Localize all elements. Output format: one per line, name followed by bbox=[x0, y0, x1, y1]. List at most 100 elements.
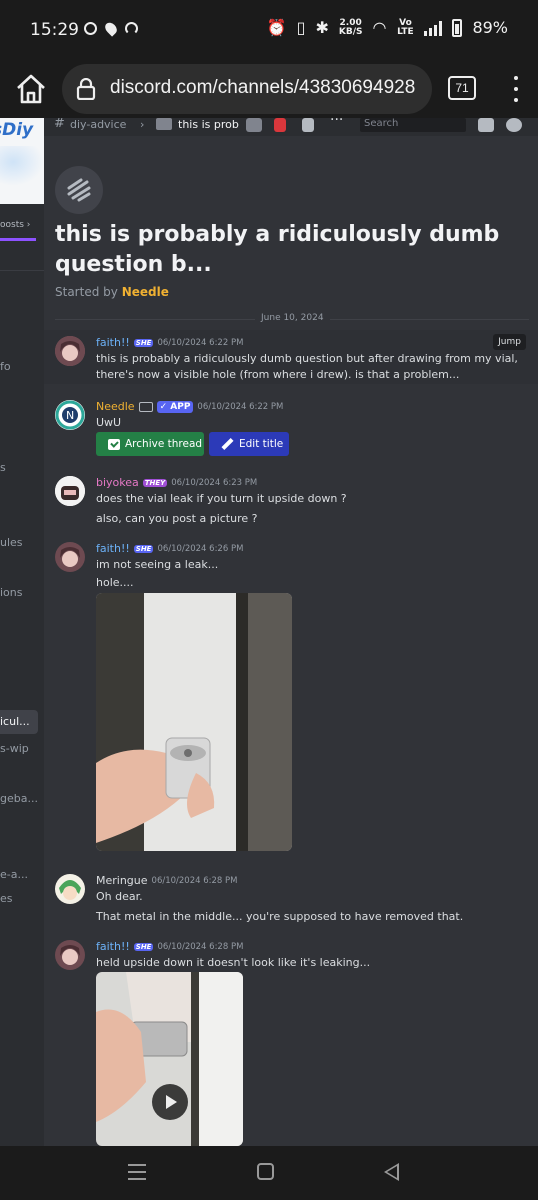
date-divider-label: June 10, 2024 bbox=[255, 313, 330, 323]
avatar[interactable] bbox=[55, 940, 85, 970]
image-attachment[interactable] bbox=[96, 593, 292, 851]
avatar[interactable] bbox=[55, 336, 85, 366]
status-bar: 15:29 ⏰ ▯ ✱ 2.00 KB/S ◠ Vo LTE 89% bbox=[0, 0, 538, 62]
message: faith!! SHE 06/10/2024 6:28 PM held upsi… bbox=[44, 936, 538, 1146]
more-options-icon[interactable]: ··· bbox=[330, 118, 343, 128]
message-time: 06/10/2024 6:23 PM bbox=[171, 477, 258, 488]
message-line: there's now a visible hole (from where i… bbox=[96, 368, 460, 381]
started-by: Started by Needle bbox=[55, 285, 169, 299]
pin-icon[interactable] bbox=[302, 118, 314, 132]
started-by-name[interactable]: Needle bbox=[122, 285, 169, 299]
tabs-icon[interactable]: 71 bbox=[448, 76, 476, 100]
server-banner[interactable]: sDiy bbox=[0, 118, 44, 204]
avatar[interactable] bbox=[55, 874, 85, 904]
sidebar-item-8[interactable]: es bbox=[0, 892, 13, 905]
sidebar-item-2[interactable]: ules bbox=[0, 536, 23, 549]
battery-icon bbox=[452, 18, 463, 37]
message: N Needle ✓ APP 06/10/2024 6:22 PM UwU Ar… bbox=[44, 396, 538, 460]
message-author[interactable]: faith!! bbox=[96, 940, 130, 953]
threads-icon[interactable] bbox=[246, 118, 262, 132]
system-icons: ⏰ ▯ ✱ 2.00 KB/S ◠ Vo LTE 89% bbox=[267, 18, 508, 37]
message-line: this is probably a ridiculously dumb que… bbox=[96, 352, 518, 365]
breadcrumb-separator: › bbox=[140, 118, 145, 131]
video-attachment[interactable] bbox=[96, 972, 243, 1146]
sidebar-item-current-thread[interactable]: icul... bbox=[0, 710, 38, 734]
message-author[interactable]: Meringue bbox=[96, 874, 148, 887]
app-tag: ✓ APP bbox=[156, 400, 194, 413]
more-icon[interactable] bbox=[506, 76, 526, 102]
avatar[interactable]: N bbox=[55, 400, 85, 430]
check-icon bbox=[108, 438, 120, 450]
hashtag-icon: # bbox=[54, 118, 65, 131]
message-header: Meringue 06/10/2024 6:28 PM bbox=[96, 874, 237, 887]
message: faith!! SHE 06/10/2024 6:26 PM im not se… bbox=[44, 538, 538, 854]
wifi-icon: ◠ bbox=[372, 18, 387, 37]
lock-icon bbox=[76, 78, 96, 100]
edit-title-button[interactable]: Edit title bbox=[209, 432, 289, 456]
sidebar-item-1[interactable]: s bbox=[0, 461, 6, 474]
location-icon bbox=[102, 20, 120, 37]
back-icon[interactable] bbox=[384, 1163, 399, 1181]
archive-label: Archive thread bbox=[125, 438, 203, 450]
play-icon[interactable] bbox=[152, 1084, 188, 1120]
role-tag: SHE bbox=[133, 942, 154, 951]
message-line: also, can you post a picture ? bbox=[96, 512, 258, 525]
inbox-icon[interactable] bbox=[478, 118, 494, 132]
home-nav-icon[interactable] bbox=[257, 1163, 274, 1180]
battery-percent: 89% bbox=[472, 18, 508, 37]
breadcrumb-thread[interactable]: this is prob bbox=[178, 118, 239, 131]
message-header: faith!! SHE 06/10/2024 6:26 PM bbox=[96, 542, 243, 555]
message-line: im not seeing a leak... bbox=[96, 558, 219, 571]
archive-thread-button[interactable]: Archive thread bbox=[96, 432, 204, 456]
net-speed-unit: KB/S bbox=[338, 26, 363, 37]
home-icon[interactable] bbox=[14, 72, 48, 106]
jump-button[interactable]: Jump bbox=[493, 334, 526, 350]
volte-label: Vo LTE bbox=[397, 17, 414, 37]
avatar[interactable] bbox=[55, 542, 85, 572]
message-time: 06/10/2024 6:28 PM bbox=[151, 875, 238, 886]
bluetooth-icon: ✱ bbox=[315, 18, 329, 37]
url-text: discord.com/channels/43830694928 bbox=[110, 77, 416, 98]
help-icon[interactable] bbox=[506, 118, 522, 132]
thread-title: this is probably a ridiculously dumb que… bbox=[55, 222, 500, 277]
message-author[interactable]: Needle bbox=[96, 400, 135, 413]
avatar[interactable] bbox=[55, 476, 85, 506]
sidebar-item-7[interactable]: e-a... bbox=[0, 868, 28, 881]
sidebar-item-3[interactable]: ions bbox=[0, 586, 23, 599]
message-line: does the vial leak if you turn it upside… bbox=[96, 492, 347, 505]
edit-label: Edit title bbox=[239, 438, 284, 450]
breadcrumb-channel[interactable]: diy-advice bbox=[70, 118, 126, 131]
thread-icon bbox=[55, 166, 103, 214]
sidebar-divider bbox=[0, 270, 44, 271]
message-header: biyokea THEY 06/10/2024 6:23 PM bbox=[96, 476, 257, 489]
message-time: 06/10/2024 6:28 PM bbox=[157, 941, 244, 952]
sidebar-item-0[interactable]: fo bbox=[0, 360, 11, 373]
search-input[interactable]: Search bbox=[360, 118, 466, 132]
sidebar-item-5[interactable]: s-wip bbox=[0, 742, 29, 755]
address-bar[interactable]: discord.com/channels/43830694928 bbox=[62, 64, 432, 114]
notification-off-icon[interactable] bbox=[274, 118, 286, 132]
message-line: held upside down it doesn't look like it… bbox=[96, 956, 371, 969]
sidebar-item-6[interactable]: geba... bbox=[0, 792, 38, 805]
message-author[interactable]: biyokea bbox=[96, 476, 139, 489]
browser-toolbar: discord.com/channels/43830694928 71 bbox=[0, 62, 538, 118]
recents-icon[interactable] bbox=[128, 1164, 146, 1180]
signal-icon bbox=[424, 20, 443, 36]
message-header: Needle ✓ APP 06/10/2024 6:22 PM bbox=[96, 400, 283, 413]
message-author[interactable]: faith!! bbox=[96, 336, 130, 349]
vial-photo bbox=[96, 593, 292, 851]
message-line: UwU bbox=[96, 416, 122, 429]
message-author[interactable]: faith!! bbox=[96, 542, 130, 555]
notification-icons bbox=[84, 20, 138, 37]
role-tag: SHE bbox=[133, 544, 154, 553]
message-time: 06/10/2024 6:26 PM bbox=[157, 543, 244, 554]
net-speed: 2.00 KB/S bbox=[338, 18, 363, 37]
message-line: That metal in the middle... you're suppo… bbox=[96, 910, 464, 923]
channel-header: # diy-advice › this is prob ··· Search bbox=[44, 118, 538, 136]
thread-view: # diy-advice › this is prob ··· Search t… bbox=[44, 118, 538, 1146]
robot-icon bbox=[138, 401, 153, 412]
started-by-prefix: Started by bbox=[55, 285, 118, 299]
message-line: hole.... bbox=[96, 576, 134, 589]
server-boost-label[interactable]: oosts › bbox=[0, 220, 30, 230]
thread-icon-small bbox=[156, 118, 172, 130]
